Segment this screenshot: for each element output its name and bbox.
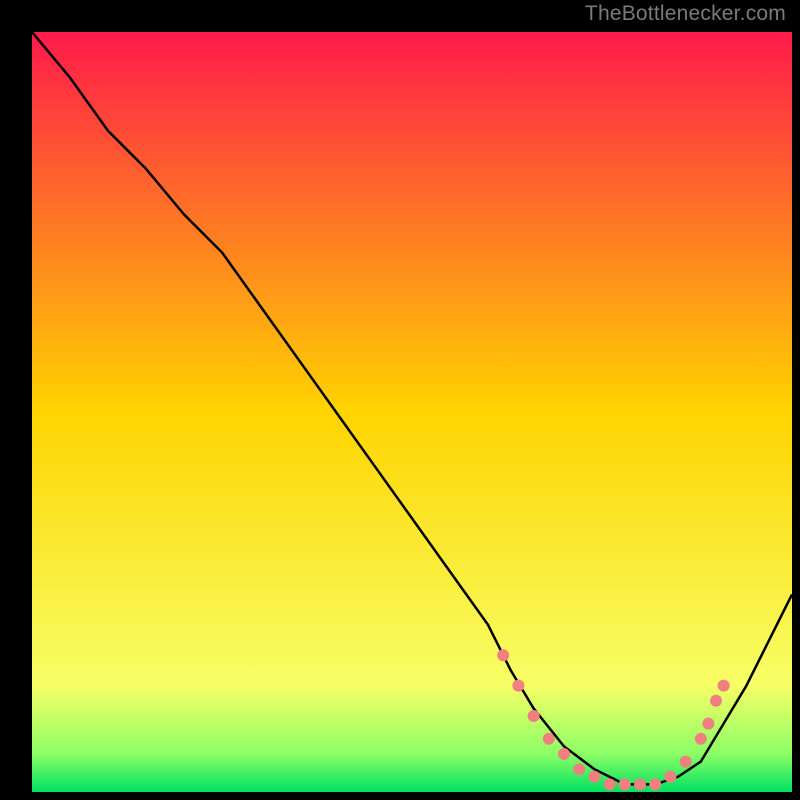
- curve-marker: [702, 718, 714, 730]
- gradient-plot: [32, 32, 792, 792]
- curve-marker: [588, 771, 600, 783]
- curve-marker: [497, 649, 509, 661]
- curve-marker: [710, 695, 722, 707]
- chart-frame: [12, 12, 788, 788]
- curve-marker: [664, 771, 676, 783]
- curve-marker: [543, 733, 555, 745]
- plot-background: [32, 32, 792, 792]
- curve-marker: [604, 778, 616, 790]
- curve-marker: [619, 778, 631, 790]
- curve-marker: [558, 748, 570, 760]
- curve-marker: [634, 778, 646, 790]
- watermark-label: TheBottlenecker.com: [585, 2, 786, 26]
- curve-marker: [528, 710, 540, 722]
- curve-marker: [512, 680, 524, 692]
- curve-marker: [649, 778, 661, 790]
- curve-marker: [695, 733, 707, 745]
- curve-marker: [718, 680, 730, 692]
- curve-marker: [573, 763, 585, 775]
- curve-marker: [680, 756, 692, 768]
